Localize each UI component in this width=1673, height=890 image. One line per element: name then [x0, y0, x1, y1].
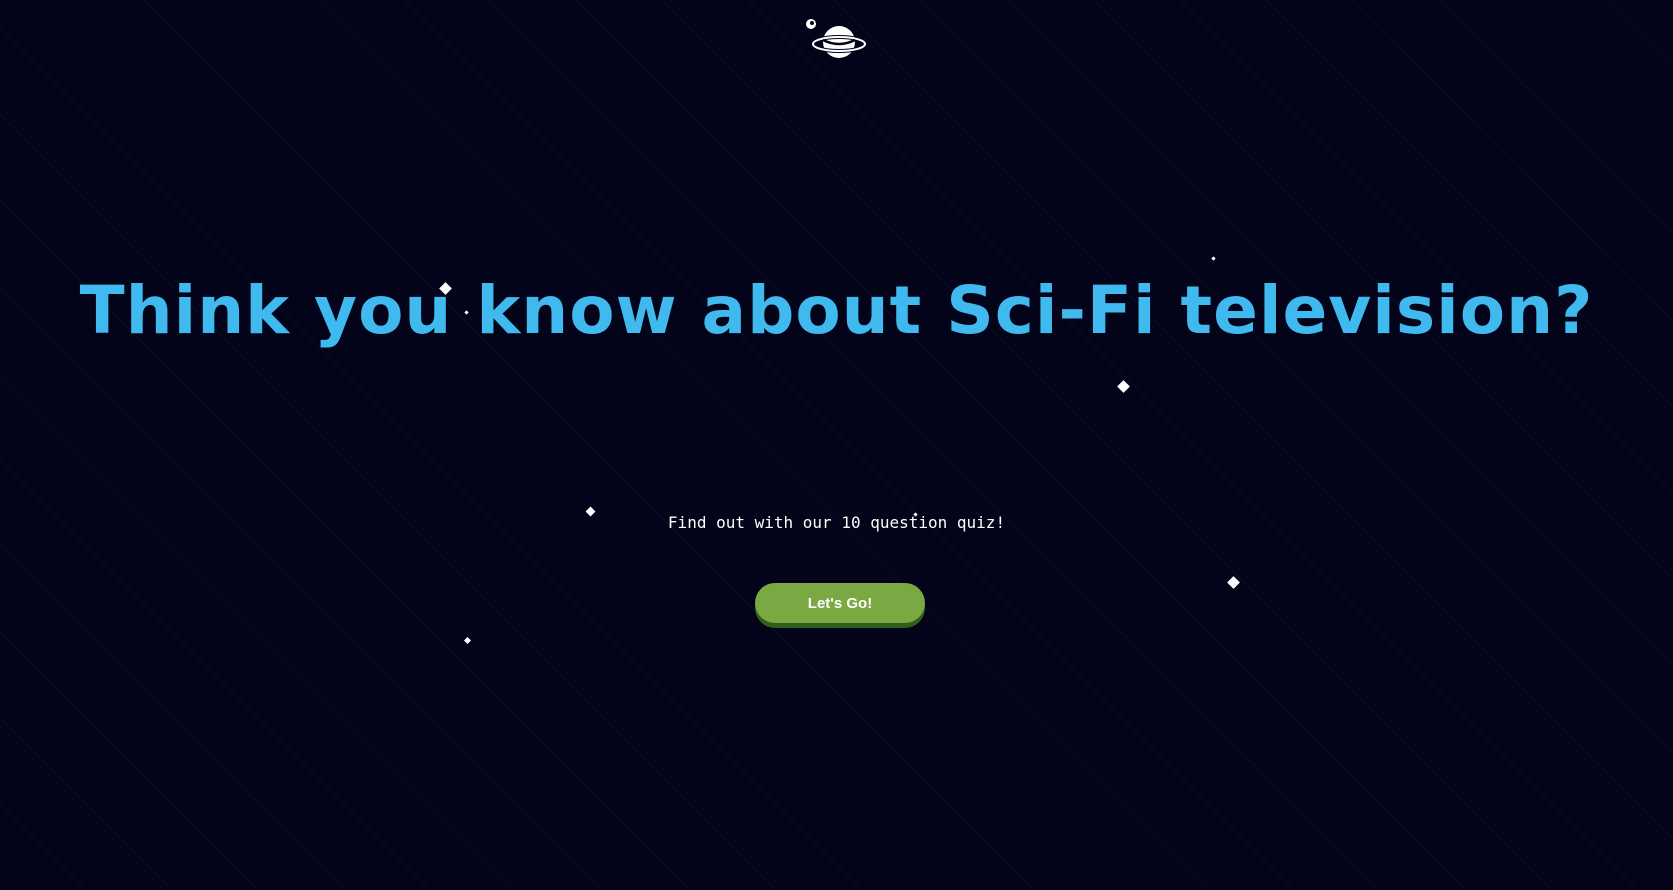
lets-go-button[interactable]: Let's Go!: [755, 583, 925, 623]
star-icon: [463, 636, 472, 645]
planet-icon: [806, 19, 867, 58]
star-icon: [1117, 380, 1130, 393]
page-title: Think you know about Sci-Fi television?: [79, 272, 1594, 349]
star-icon: [1211, 256, 1216, 261]
star-icon: [1227, 576, 1240, 589]
subtitle: Find out with our 10 question quiz!: [667, 513, 1006, 532]
